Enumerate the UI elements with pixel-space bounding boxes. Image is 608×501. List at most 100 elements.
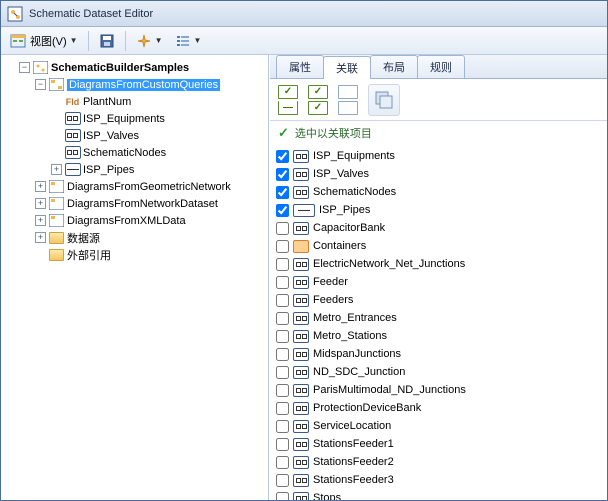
tree-node-plantnum[interactable]: FldPlantNum [51,93,266,110]
tree-node-geometric[interactable]: +DiagramsFromGeometricNetwork [35,178,266,195]
save-button[interactable] [94,30,120,52]
node-icon [293,384,309,397]
list-item[interactable]: Containers [276,237,601,255]
view-menu-button[interactable]: 视图(V) ▼ [5,30,83,52]
item-checkbox[interactable] [276,492,289,501]
list-item[interactable]: StationsFeeder2 [276,453,601,471]
expand-icon[interactable]: + [35,198,46,209]
list-item[interactable]: ServiceLocation [276,417,601,435]
tree-node-equipments[interactable]: ISP_Equipments [51,110,266,127]
item-checkbox[interactable] [276,240,289,253]
node-icon [293,420,309,433]
list-item[interactable]: Metro_Entrances [276,309,601,327]
item-checkbox[interactable] [276,168,289,181]
tree-node-network[interactable]: +DiagramsFromNetworkDataset [35,195,266,212]
node-icon [293,276,309,289]
tool-button-2[interactable]: ▼ [170,30,207,52]
item-checkbox[interactable] [276,384,289,397]
item-checkbox[interactable] [276,348,289,361]
item-checkbox[interactable] [276,420,289,433]
list-item[interactable]: ParisMultimodal_ND_Junctions [276,381,601,399]
collapse-icon[interactable]: − [35,79,46,90]
tree-label: DiagramsFromXMLData [67,215,186,227]
check-all-button-2[interactable]: ✓✓ [308,85,328,115]
item-checkbox[interactable] [276,276,289,289]
check-all-button[interactable]: ✓— [278,85,298,115]
tab-rules[interactable]: 规则 [417,55,465,78]
save-icon [99,33,115,49]
tree-node-valves[interactable]: ISP_Valves [51,127,266,144]
expand-icon[interactable]: + [35,232,46,243]
collapse-icon[interactable]: − [19,62,30,73]
status-text: 选中以关联项目 [295,125,372,141]
tab-properties[interactable]: 属性 [276,55,324,78]
list-item[interactable]: ElectricNetwork_Net_Junctions [276,255,601,273]
list-item[interactable]: ND_SDC_Junction [276,363,601,381]
item-label: Feeders [313,294,353,306]
item-checkbox[interactable] [276,150,289,163]
item-checkbox[interactable] [276,456,289,469]
chevron-down-icon: ▼ [155,36,163,45]
list-item[interactable]: ISP_Valves [276,165,601,183]
node-icon [293,330,309,343]
list-item[interactable]: ISP_Pipes [276,201,601,219]
tree-label: 外部引用 [67,247,111,263]
item-checkbox[interactable] [276,312,289,325]
list-item[interactable]: ISP_Equipments [276,147,601,165]
app-icon [7,6,23,22]
node-icon [293,186,309,199]
expand-icon[interactable]: + [35,181,46,192]
list-item[interactable]: Feeder [276,273,601,291]
tree-label: SchematicBuilderSamples [51,62,189,74]
item-checkbox[interactable] [276,330,289,343]
tree-node-external[interactable]: 外部引用 [35,246,266,263]
item-checkbox[interactable] [276,258,289,271]
list-item[interactable]: Stops [276,489,601,500]
item-label: Feeder [313,276,348,288]
item-label: Containers [313,240,366,252]
association-list[interactable]: ISP_EquipmentsISP_ValvesSchematicNodesIS… [270,145,607,500]
item-checkbox[interactable] [276,186,289,199]
diagram-icon [49,214,64,227]
tree-node-pipes[interactable]: +ISP_Pipes [51,161,266,178]
item-checkbox[interactable] [276,474,289,487]
tree-label: ISP_Valves [83,130,139,142]
tool-button-1[interactable]: ▼ [131,30,168,52]
list-item[interactable]: SchematicNodes [276,183,601,201]
item-label: CapacitorBank [313,222,385,234]
uncheck-all-button[interactable]: .. [338,85,358,115]
tab-associations[interactable]: 关联 [323,56,371,79]
list-icon [175,33,191,49]
container-icon [293,240,309,253]
folder-icon [49,231,64,244]
tree-node-datasource[interactable]: +数据源 [35,229,266,246]
item-checkbox[interactable] [276,294,289,307]
item-checkbox[interactable] [276,366,289,379]
list-item[interactable]: StationsFeeder1 [276,435,601,453]
node-icon [293,474,309,487]
tab-layout[interactable]: 布局 [370,55,418,78]
diagram-icon [49,180,64,193]
chevron-down-icon: ▼ [194,36,202,45]
tree-panel[interactable]: − SchematicBuilderSamples − DiagramsFrom… [1,55,269,500]
list-item[interactable]: Metro_Stations [276,327,601,345]
tree-root[interactable]: − SchematicBuilderSamples [19,59,266,76]
expand-icon[interactable]: + [35,215,46,226]
item-checkbox[interactable] [276,204,289,217]
list-item[interactable]: ProtectionDeviceBank [276,399,601,417]
diagram-icon [49,197,64,210]
list-item[interactable]: StationsFeeder3 [276,471,601,489]
item-checkbox[interactable] [276,222,289,235]
link-icon [65,163,80,176]
list-item[interactable]: Feeders [276,291,601,309]
tree-node-xml[interactable]: + DiagramsFromXMLData [35,212,266,229]
tree-node-schematicnodes[interactable]: SchematicNodes [51,144,266,161]
expand-icon[interactable]: + [51,164,62,175]
tree-node-customqueries[interactable]: − DiagramsFromCustomQueries [35,76,266,93]
item-checkbox[interactable] [276,438,289,451]
copy-button[interactable] [368,84,400,116]
item-checkbox[interactable] [276,402,289,415]
list-item[interactable]: CapacitorBank [276,219,601,237]
node-icon [293,222,309,235]
list-item[interactable]: MidspanJunctions [276,345,601,363]
